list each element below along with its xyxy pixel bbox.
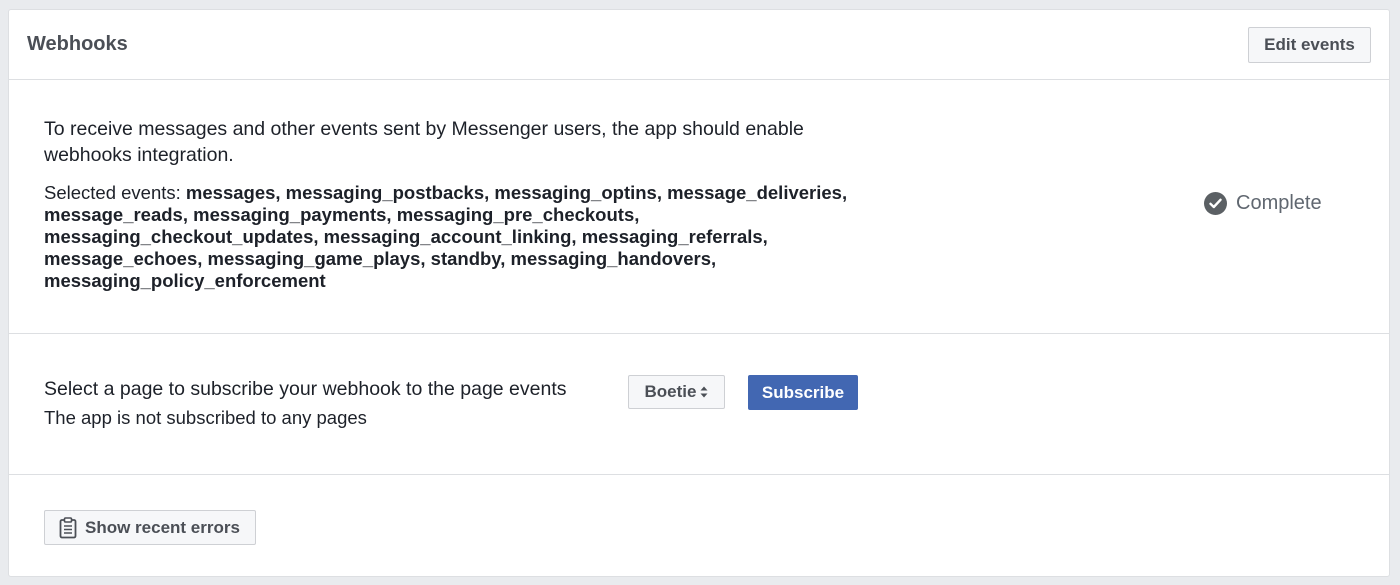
panel-title: Webhooks	[27, 33, 128, 55]
sort-arrows-icon	[700, 386, 708, 398]
webhooks-intro-text: To receive messages and other events sen…	[44, 118, 804, 166]
webhooks-panel: Webhooks Edit events To receive messages…	[8, 9, 1390, 577]
subscription-status-text: The app is not subscribed to any pages	[44, 407, 367, 428]
errors-section: Show recent errors	[9, 475, 1389, 579]
selected-events: Selected events: messages, messaging_pos…	[44, 182, 904, 292]
page-select-value: Boetie	[644, 382, 697, 401]
clipboard-icon	[59, 516, 77, 539]
status-label: Complete	[1236, 192, 1322, 214]
selected-events-label: Selected events:	[44, 182, 186, 203]
subscribe-button[interactable]: Subscribe	[748, 375, 858, 410]
check-circle-icon	[1204, 192, 1227, 215]
edit-events-button[interactable]: Edit events	[1248, 27, 1371, 63]
panel-header: Webhooks Edit events	[9, 10, 1389, 80]
show-recent-errors-button[interactable]: Show recent errors	[44, 510, 256, 545]
subscribe-prompt: Select a page to subscribe your webhook …	[44, 378, 567, 400]
webhooks-info-section: To receive messages and other events sen…	[9, 80, 1389, 334]
page-subscription-section: Select a page to subscribe your webhook …	[9, 334, 1389, 475]
page-select[interactable]: Boetie	[628, 375, 725, 409]
show-recent-errors-label: Show recent errors	[85, 517, 240, 537]
webhooks-status: Complete	[1204, 192, 1322, 215]
